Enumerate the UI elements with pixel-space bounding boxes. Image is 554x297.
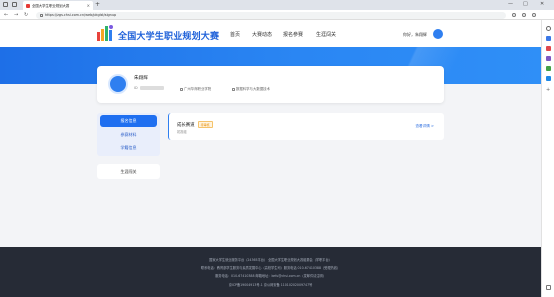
nav-signup[interactable]: 报名参赛: [283, 31, 303, 38]
logo-icon: [97, 25, 113, 41]
footer-line-3: 服务电话：010-67410388 邮箱地址：kefu@chsi.com.cn（…: [215, 274, 326, 278]
url-text: https://zgs.chsi.com.cn/web/pkglst/signu…: [45, 13, 117, 17]
favorites-icon[interactable]: [512, 12, 516, 17]
search-icon[interactable]: [546, 26, 551, 31]
site-favicon-icon: [26, 3, 30, 8]
profile-id-label: ID: [134, 86, 138, 90]
browser-menu-icon[interactable]: [3, 2, 8, 7]
browser-sidebar: +: [541, 20, 554, 297]
browser-settings-icon[interactable]: [532, 12, 536, 17]
lock-icon: [40, 13, 43, 17]
competition-card: 成长赛道 待审核 初赛组 查看详情 >: [168, 113, 444, 140]
outlook-icon[interactable]: [546, 76, 551, 81]
address-bar-row: ← → ↻ https://zgs.chsi.com.cn/web/pkglst…: [0, 10, 554, 20]
status-badge: 待审核: [197, 121, 213, 128]
url-field[interactable]: https://zgs.chsi.com.cn/web/pkglst/signu…: [36, 11, 506, 19]
maximize-button[interactable]: □: [523, 1, 528, 8]
competition-title: 成长赛道: [177, 122, 195, 128]
back-icon[interactable]: ←: [4, 11, 8, 19]
menu-signup-info[interactable]: 报名信息: [100, 115, 157, 127]
profile-name: 朱翔辉: [134, 76, 148, 81]
profile-avatar: [108, 74, 128, 94]
profile-card: 朱翔辉 ID 广州华商职业学院 数据科学与大数据技术: [97, 66, 444, 103]
tab-actions-icon[interactable]: [12, 2, 17, 7]
forward-icon[interactable]: →: [14, 11, 18, 19]
profile-school-text: 广州华商职业学院: [184, 87, 212, 91]
site-footer: 国家大学生就业服务平台（24365平台） 全国大学生职业规划大赛组委会（学职平台…: [0, 247, 541, 297]
competition-title-row: 成长赛道 待审核: [177, 121, 213, 128]
nav-news[interactable]: 大赛动态: [252, 31, 272, 38]
menu-career-challenge[interactable]: 生涯闯关: [97, 164, 160, 179]
masked-id: [139, 86, 164, 90]
view-details-link[interactable]: 查看详情 >: [415, 124, 434, 129]
nav-career[interactable]: 生涯闯关: [316, 31, 336, 38]
user-greeting[interactable]: 你好，朱翔辉: [403, 32, 427, 38]
menu-enrollment[interactable]: 学籍信息: [97, 142, 160, 154]
extensions-icon[interactable]: [522, 12, 526, 17]
major-icon: [232, 87, 235, 91]
footer-line-2: 联系电话：教育部学生服务与素质发展中心（高校学生司）服务电话 010-67410…: [200, 266, 341, 270]
site-title[interactable]: 全国大学生职业规划大赛: [118, 29, 219, 42]
footer-line-4: 京ICP备19004913号-1 京公网安备 11010202009747号: [228, 283, 313, 287]
minimize-button[interactable]: —: [508, 1, 513, 8]
add-icon[interactable]: +: [546, 88, 550, 93]
nav-home[interactable]: 首页: [230, 31, 240, 38]
browser-tab-bar: 全国大学生职业规划大赛 × + — □ ✕: [0, 0, 554, 10]
profile-major-text: 数据科学与大数据技术: [236, 87, 270, 91]
games-icon[interactable]: [546, 66, 551, 71]
footer-line-1: 国家大学生就业服务平台（24365平台） 全国大学生职业规划大赛组委会（学职平台…: [209, 258, 332, 262]
close-tab-icon[interactable]: ×: [87, 3, 90, 8]
close-window-button[interactable]: ✕: [540, 1, 544, 8]
new-tab-button[interactable]: +: [95, 1, 100, 9]
site-header: 全国大学生职业规划大赛 首页 大赛动态 报名参赛 生涯闯关 你好，朱翔辉: [0, 20, 541, 47]
user-avatar[interactable]: [433, 29, 443, 39]
copilot-icon[interactable]: [546, 36, 551, 41]
competition-subtitle: 初赛组: [177, 130, 187, 134]
browser-tab[interactable]: 全国大学生职业规划大赛 ×: [23, 1, 93, 10]
tab-title: 全国大学生职业规划大赛: [32, 4, 70, 8]
profile-id: ID: [134, 86, 164, 90]
profile-major: 数据科学与大数据技术: [232, 86, 270, 91]
shopping-icon[interactable]: [546, 46, 551, 51]
refresh-icon[interactable]: ↻: [24, 11, 28, 19]
tools-icon[interactable]: [546, 56, 551, 61]
menu-materials[interactable]: 参赛材料: [97, 129, 160, 141]
side-menu: 报名信息 参赛材料 学籍信息: [97, 113, 160, 156]
sidebar-settings-icon[interactable]: [546, 285, 551, 290]
school-icon: [180, 87, 183, 91]
profile-school: 广州华商职业学院: [180, 86, 211, 91]
